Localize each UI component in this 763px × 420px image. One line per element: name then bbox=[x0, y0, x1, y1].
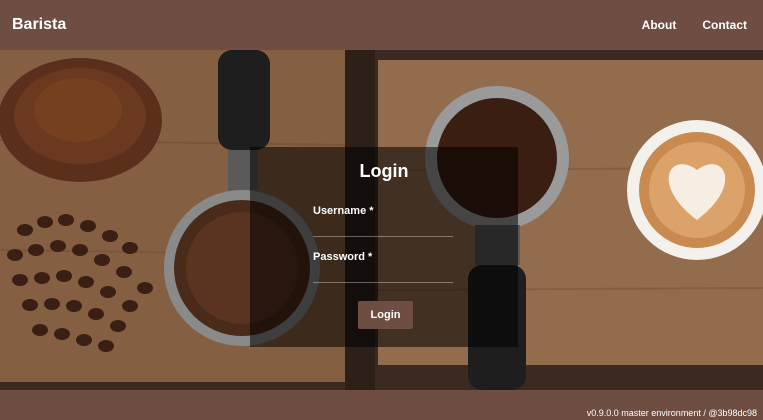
nav-links: About Contact bbox=[642, 18, 747, 32]
brand-link[interactable]: Barista bbox=[12, 16, 66, 34]
password-input[interactable] bbox=[313, 265, 453, 283]
login-button[interactable]: Login bbox=[358, 301, 413, 329]
login-title: Login bbox=[359, 161, 409, 181]
nav-link-about[interactable]: About bbox=[642, 18, 677, 32]
version-text: v0.9.0.0 master environment / @3b98dc98 bbox=[586, 408, 757, 418]
nav-link-contact[interactable]: Contact bbox=[702, 18, 747, 32]
footer: v0.9.0.0 master environment / @3b98dc98 bbox=[0, 390, 763, 420]
top-navbar: Barista About Contact bbox=[0, 0, 763, 50]
username-label: Username * bbox=[313, 205, 374, 217]
password-label: Password * bbox=[313, 251, 373, 263]
login-panel: Login Username * Password * Login bbox=[250, 147, 518, 347]
hero-background-image: Login Username * Password * Login bbox=[0, 50, 763, 390]
username-input[interactable] bbox=[313, 219, 453, 237]
